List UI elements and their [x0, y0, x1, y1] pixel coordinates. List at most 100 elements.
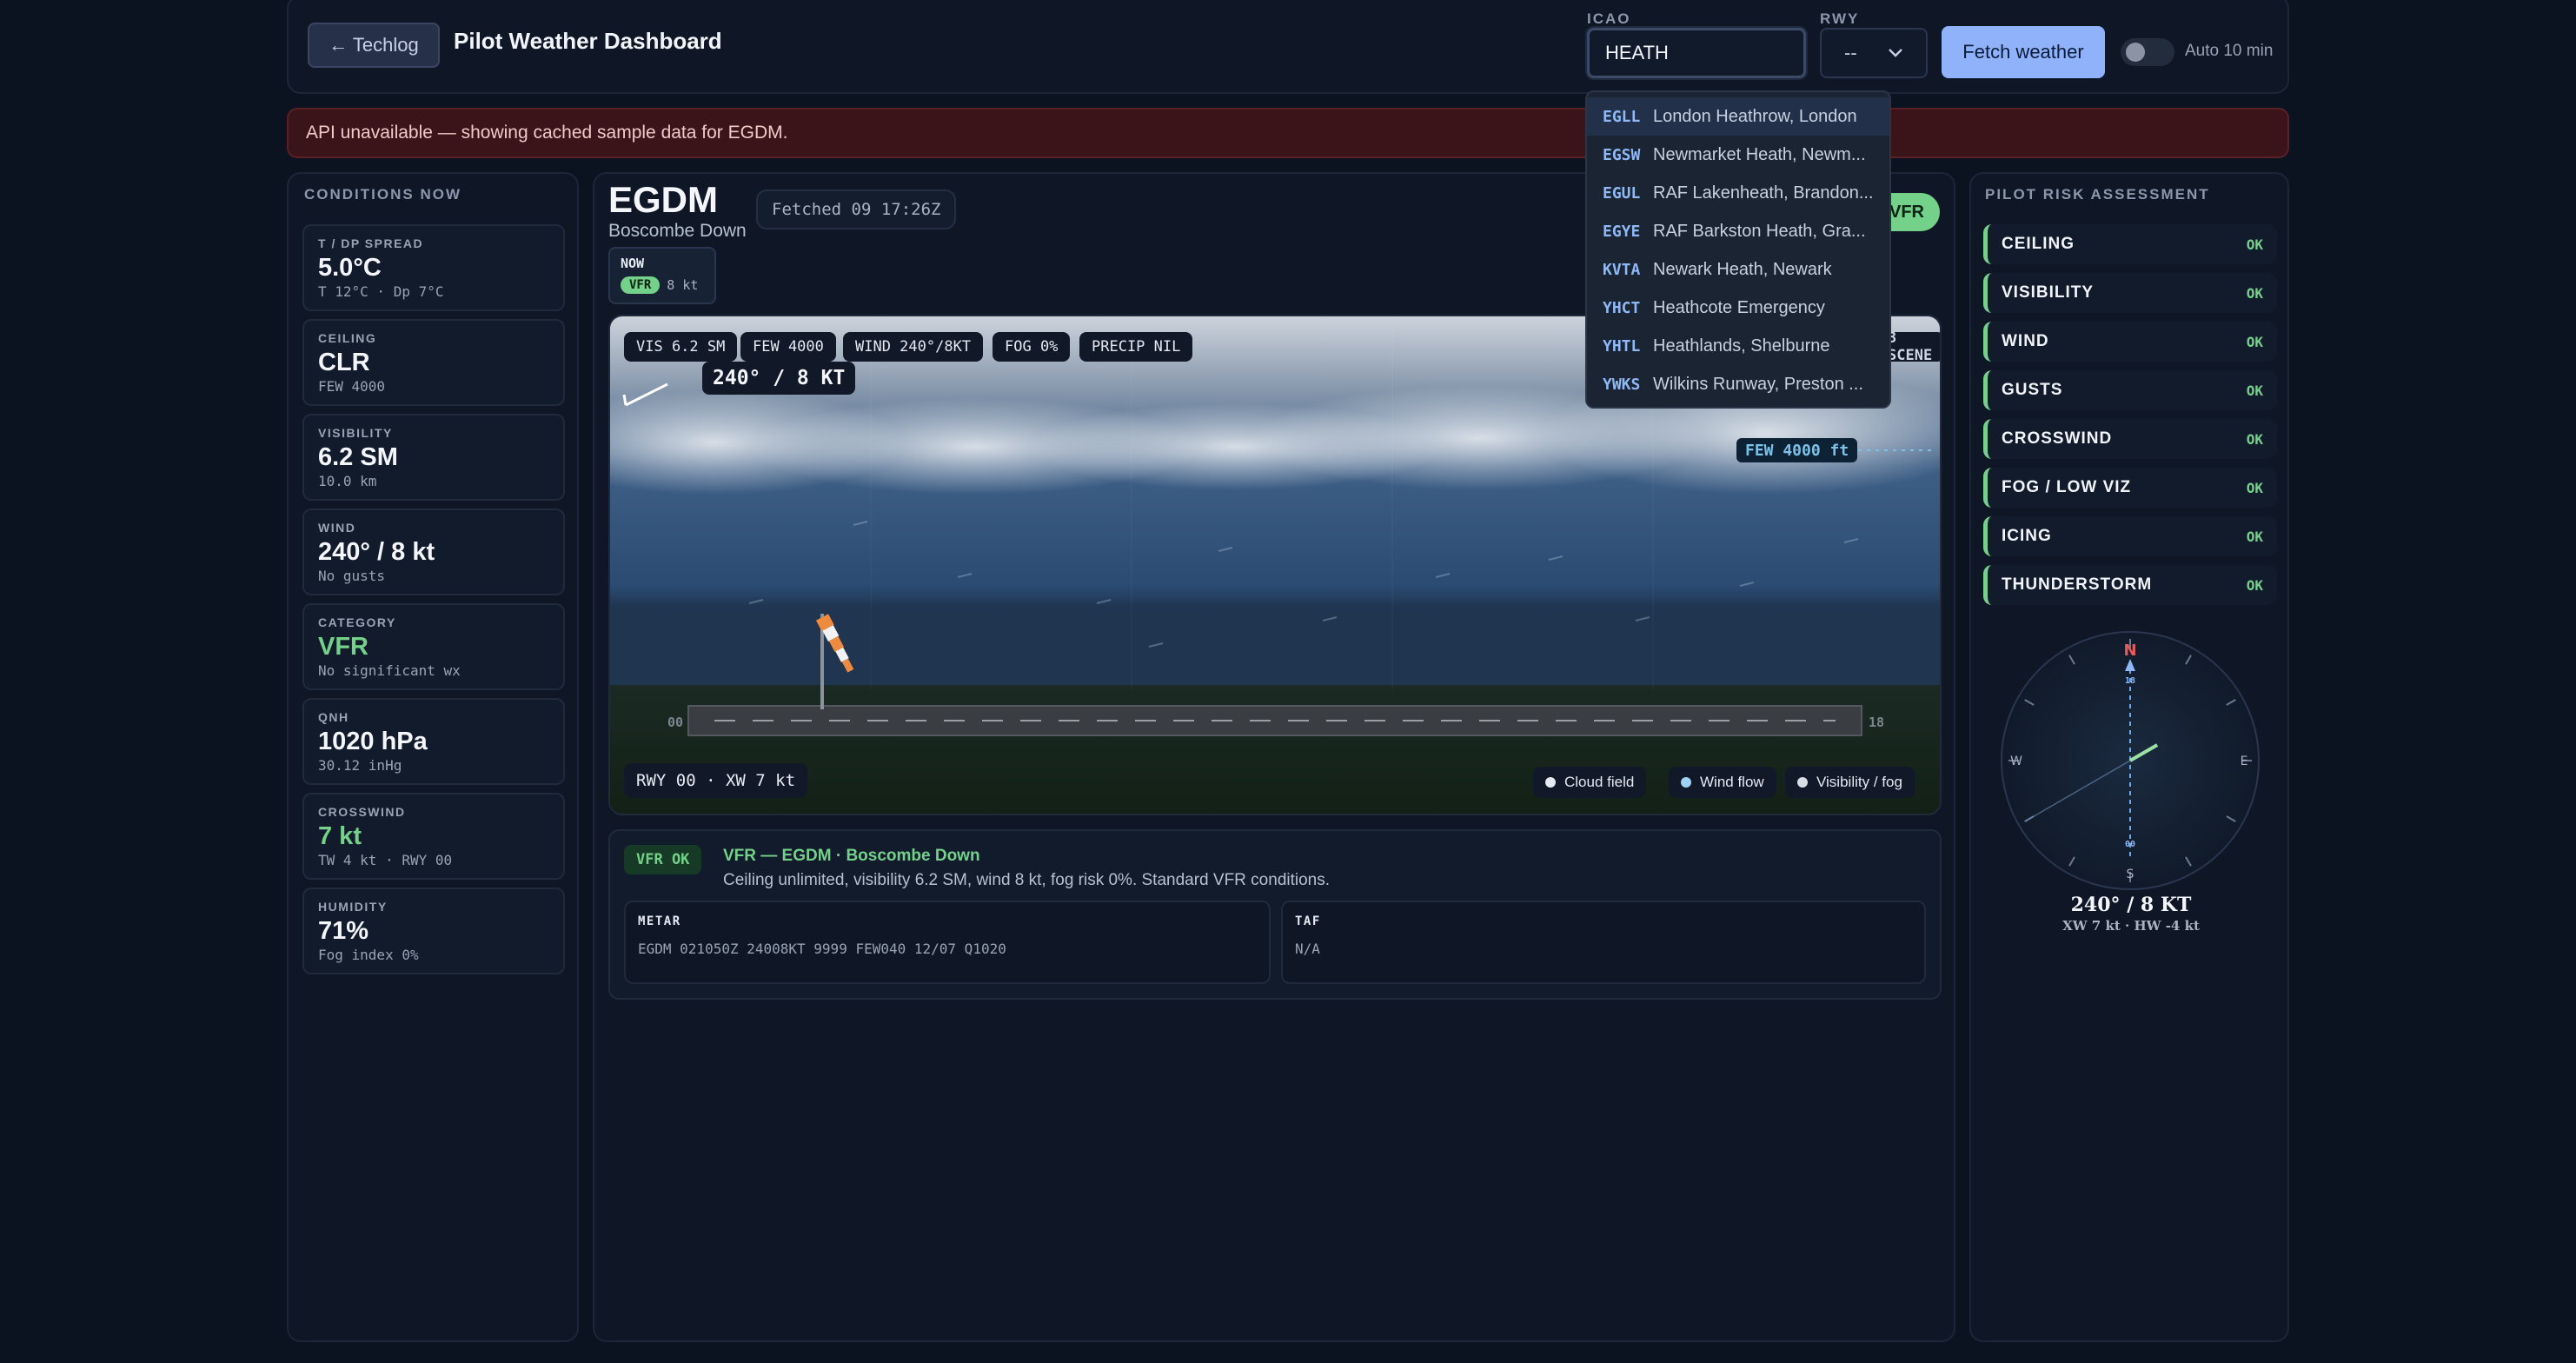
fetched-timestamp: Fetched 09 17:26Z: [756, 189, 957, 229]
taf-text: N/A: [1295, 941, 1320, 957]
risk-status: OK: [2246, 528, 2263, 545]
condition-label: T / DP SPREAD: [318, 236, 424, 250]
risk-status: OK: [2246, 479, 2263, 496]
suggestion-item[interactable]: YWKS Wilkins Runway, Preston ...: [1587, 365, 1889, 403]
banner-text: API unavailable — showing cached sample …: [306, 123, 788, 143]
risk-panel: PILOT RISK ASSESSMENT CEILING OK VISIBILI…: [1969, 172, 2289, 1342]
auto-refresh-label: Auto 10 min: [2185, 42, 2274, 60]
risk-row-ceiling: CEILING OK: [1983, 224, 2277, 264]
conditions-panel: CONDITIONS NOW T / DP SPREAD 5.0°C T 12°…: [287, 172, 579, 1342]
legend-wind-flow[interactable]: Wind flow: [1669, 767, 1776, 798]
suggestion-name: RAF Lakenheath, Brandon...: [1653, 183, 1874, 203]
top-bar: ← Techlog Pilot Weather Dashboard ICAO R…: [287, 0, 2289, 94]
metar-box: METAR EGDM 021050Z 24008KT 9999 FEW040 1…: [624, 901, 1271, 984]
condition-card-ceiling: CEILING CLR FEW 4000: [302, 319, 565, 406]
compass-runway-a: 18: [2125, 676, 2135, 686]
condition-label: QNH: [318, 710, 349, 724]
fetch-weather-button[interactable]: Fetch weather: [1942, 26, 2105, 78]
condition-sub: Fog index 0%: [318, 947, 419, 963]
condition-card-spread: T / DP SPREAD 5.0°C T 12°C · Dp 7°C: [302, 224, 565, 311]
risk-row-crosswind: CROSSWIND OK: [1983, 419, 2277, 459]
back-techlog-button[interactable]: ← Techlog: [308, 23, 440, 68]
suggestion-item[interactable]: KVTA Newark Heath, Newark: [1587, 250, 1889, 289]
condition-label: CATEGORY: [318, 615, 396, 629]
risk-row-thunderstorm: THUNDERSTORM OK: [1983, 565, 2277, 605]
legend-visibility-fog[interactable]: Visibility / fog: [1785, 767, 1915, 798]
condition-value: CLR: [318, 349, 370, 376]
compass-graphic: N E S W 18 00: [2001, 631, 2260, 890]
condition-sub: TW 4 kt · RWY 00: [318, 852, 453, 868]
suggestion-code: YHCT: [1603, 298, 1641, 317]
suggestion-code: YHTL: [1603, 336, 1641, 356]
condition-label: WIND: [318, 521, 356, 535]
condition-card-wind: WIND 240° / 8 kt No gusts: [302, 509, 565, 595]
risk-status: OK: [2246, 236, 2263, 253]
now-wind: 8 kt: [667, 277, 699, 293]
cloud-layer-tag: FEW 4000 ft: [1736, 438, 1858, 462]
runway-select-value: --: [1844, 42, 1857, 63]
risk-status: OK: [2246, 576, 2263, 594]
condition-value: 6.2 SM: [318, 443, 398, 471]
suggestion-item[interactable]: EGUL RAF Lakenheath, Brandon...: [1587, 174, 1889, 212]
scene-chip-visibility: VIS 6.2 SM: [624, 332, 738, 362]
auto-refresh-toggle[interactable]: [2121, 38, 2174, 66]
icao-label: ICAO: [1587, 10, 1631, 27]
api-error-banner: API unavailable — showing cached sample …: [287, 108, 2289, 158]
legend-label: Cloud field: [1564, 774, 1635, 790]
condition-value: VFR: [318, 633, 368, 661]
runway-end-a: 00: [667, 715, 683, 730]
suggestion-item[interactable]: YHTL Heathlands, Shelburne: [1587, 327, 1889, 365]
runway-crosswind-tag: RWY 00 · XW 7 kt: [624, 763, 808, 798]
compass-east: E: [2241, 755, 2248, 768]
suggestion-name: Newark Heath, Newark: [1653, 259, 1832, 279]
suggestion-code: EGLL: [1603, 107, 1641, 126]
suggestion-item[interactable]: YHCT Heathcote Emergency: [1587, 289, 1889, 327]
condition-value: 1020 hPa: [318, 728, 428, 755]
condition-card-qnh: QNH 1020 hPa 30.12 inHg: [302, 698, 565, 785]
suggestion-code: EGUL: [1603, 183, 1641, 203]
runway-select[interactable]: --: [1820, 28, 1928, 78]
suggestion-item[interactable]: EGYE RAF Barkston Heath, Gra...: [1587, 212, 1889, 250]
risk-title: PILOT RISK ASSESSMENT: [1985, 186, 2210, 203]
compass-runway-b: 00: [2125, 840, 2135, 849]
compass-north: N: [2123, 642, 2136, 660]
risk-row-visibility: VISIBILITY OK: [1983, 273, 2277, 313]
conditions-title: CONDITIONS NOW: [304, 186, 461, 203]
compass-west: W: [2010, 755, 2022, 768]
risk-row-wind: WIND OK: [1983, 322, 2277, 362]
risk-status: OK: [2246, 333, 2263, 350]
legend-dot-icon: [1545, 777, 1556, 788]
condition-label: HUMIDITY: [318, 900, 388, 914]
suggestion-code: YWKS: [1603, 375, 1641, 394]
condition-card-visibility: VISIBILITY 6.2 SM 10.0 km: [302, 414, 565, 501]
summary-title: VFR — EGDM · Boscombe Down: [723, 847, 980, 865]
suggestion-name: Heathcote Emergency: [1653, 297, 1825, 317]
runway-end-b: 18: [1869, 715, 1884, 730]
icao-search-input[interactable]: [1587, 28, 1806, 78]
back-button-label: ← Techlog: [329, 34, 419, 56]
suggestion-code: EGYE: [1603, 222, 1641, 241]
suggestion-item[interactable]: EGLL London Heathrow, London: [1587, 97, 1889, 136]
suggestion-code: EGSW: [1603, 145, 1641, 164]
risk-status: OK: [2246, 284, 2263, 302]
condition-sub: 30.12 inHg: [318, 757, 402, 774]
condition-card-category: CATEGORY VFR No significant wx: [302, 603, 565, 690]
timeline-now-card[interactable]: NOW VFR 8 kt: [608, 247, 716, 304]
risk-name: CEILING: [2002, 235, 2075, 253]
risk-name: CROSSWIND: [2002, 429, 2113, 448]
station-name: Boscombe Down: [608, 221, 747, 241]
suggestion-item[interactable]: EGSW Newmarket Heath, Newm...: [1587, 136, 1889, 174]
app-title: Pilot Weather Dashboard: [454, 28, 722, 54]
scene-wind-label: 240° / 8 KT: [702, 362, 856, 395]
risk-name: FOG / LOW VIZ: [2002, 478, 2132, 496]
legend-cloud-field[interactable]: Cloud field: [1533, 767, 1647, 798]
condition-sub: No significant wx: [318, 662, 461, 679]
risk-status: OK: [2246, 382, 2263, 399]
suggestion-name: London Heathrow, London: [1653, 106, 1857, 126]
chevron-down-icon: [1889, 49, 1902, 57]
suggestion-code: KVTA: [1603, 260, 1641, 279]
rwy-label: RWY: [1820, 10, 1860, 27]
summary-card: VFR OK VFR — EGDM · Boscombe Down Ceilin…: [608, 829, 1942, 1000]
condition-value: 7 kt: [318, 822, 362, 850]
scene-chip-cloud: FEW 4000: [740, 332, 836, 362]
